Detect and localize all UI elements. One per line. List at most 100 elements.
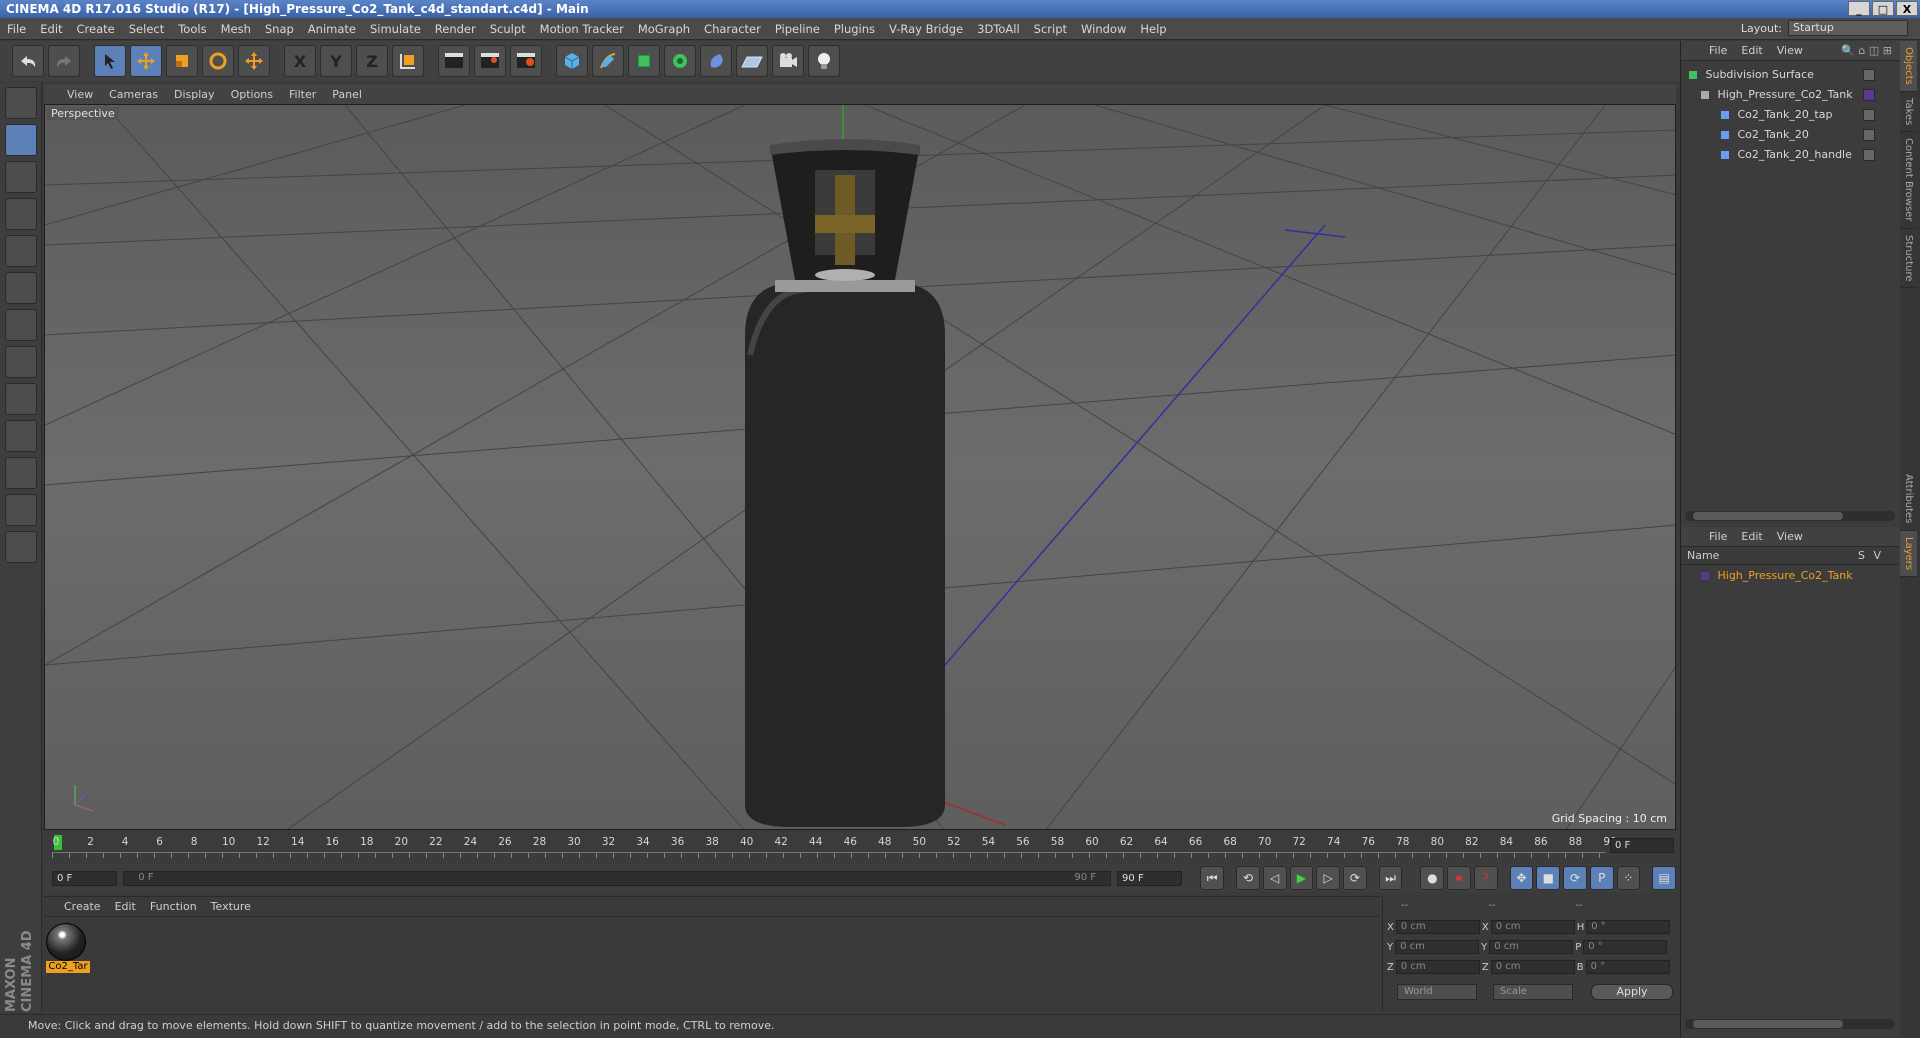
subdivision-surface-icon[interactable] [628, 45, 660, 77]
visibility-toggle[interactable] [1863, 149, 1875, 161]
layout-dropdown[interactable]: Startup [1788, 20, 1908, 36]
rotate-tool-icon[interactable] [202, 45, 234, 77]
layer-color-swatch[interactable] [1863, 89, 1875, 101]
menu-file[interactable]: File [0, 22, 33, 36]
timeline-window-icon[interactable]: ▤ [1652, 866, 1677, 890]
viewport-menu-display[interactable]: Display [167, 88, 222, 101]
autokeying-icon[interactable]: ? [1473, 866, 1498, 890]
material-menu-function[interactable]: Function [150, 900, 197, 913]
scale-tool-icon[interactable] [166, 45, 198, 77]
edges-mode-icon[interactable] [4, 272, 37, 304]
render-picture-viewer-icon[interactable] [474, 45, 506, 77]
menu-edit[interactable]: Edit [33, 22, 69, 36]
transform-tool-icon[interactable] [238, 45, 270, 77]
z-axis-lock-icon[interactable]: Z [356, 45, 388, 77]
menu-create[interactable]: Create [70, 22, 122, 36]
size-y-field[interactable]: 0 cm [1489, 940, 1574, 954]
timeline-ruler[interactable]: 0 2 4 6 8 10 12 14 16 18 20 22 24 26 28 30 32 34 36 38 40 42 4… [44, 832, 1676, 862]
objects-menu-view[interactable]: View [1777, 44, 1803, 57]
key-position-icon[interactable]: ✥ [1509, 866, 1534, 890]
perspective-viewport[interactable]: Perspective Grid Spacing : 10 cm [44, 104, 1676, 830]
snapping-icon[interactable] [4, 457, 37, 489]
tab-takes[interactable]: Takes [1900, 92, 1917, 133]
tab-objects[interactable]: Objects [1900, 41, 1917, 92]
start-frame-field[interactable]: 0 F [52, 870, 118, 886]
cube-object-icon[interactable] [556, 45, 588, 77]
menu-script[interactable]: Script [1027, 22, 1074, 36]
menu-snap[interactable]: Snap [258, 22, 301, 36]
co2-tank-model[interactable] [745, 139, 945, 827]
frame-range-slider[interactable]: 0 F 90 F [123, 870, 1112, 886]
layers-scrollbar[interactable] [1685, 1019, 1895, 1029]
move-tool-icon[interactable] [130, 45, 162, 77]
viewport-menu-panel[interactable]: Panel [325, 88, 369, 101]
go-to-end-icon[interactable]: ⏭ [1378, 866, 1403, 890]
menu-tools[interactable]: Tools [171, 22, 213, 36]
maximize-button[interactable]: □ [1872, 1, 1894, 16]
size-mode-dropdown[interactable]: Scale [1493, 984, 1573, 1000]
apply-button[interactable]: Apply [1591, 984, 1673, 1000]
workplane-lock-icon[interactable] [4, 494, 37, 526]
cloner-icon[interactable] [664, 45, 696, 77]
object-item-co2-tank-20[interactable]: Co2_Tank_20 [1681, 126, 1899, 144]
viewport-menu-filter[interactable]: Filter [282, 88, 323, 101]
texture-mode-icon[interactable] [4, 161, 37, 193]
viewport-menu-options[interactable]: Options [224, 88, 280, 101]
previous-frame-icon[interactable]: ◁ [1262, 866, 1287, 890]
record-keys-off-icon[interactable]: ● [1420, 866, 1445, 890]
layer-item-high-pressure-co2-tank[interactable]: High_Pressure_Co2_Tank [1681, 567, 1899, 585]
size-x-field[interactable]: 0 cm [1490, 920, 1575, 934]
tab-structure[interactable]: Structure [1900, 229, 1917, 289]
end-frame-field[interactable]: 90 F [1117, 870, 1183, 886]
position-y-field[interactable]: 0 cm [1395, 940, 1480, 954]
make-editable-icon[interactable] [4, 87, 37, 119]
key-scale-icon[interactable]: ■ [1536, 866, 1561, 890]
workplane-mode-icon[interactable] [4, 198, 37, 230]
next-frame-icon[interactable]: ▷ [1316, 866, 1340, 890]
menu-pipeline[interactable]: Pipeline [768, 22, 827, 36]
layers-menu-file[interactable]: File [1709, 530, 1727, 543]
render-view-icon[interactable] [438, 45, 470, 77]
points-mode-icon[interactable] [4, 235, 37, 267]
tab-attributes[interactable]: Attributes [1900, 468, 1917, 531]
select-tool-icon[interactable] [94, 45, 126, 77]
viewport-camera-label[interactable]: Perspective [47, 107, 119, 120]
position-z-field[interactable]: 0 cm [1395, 960, 1480, 974]
object-item-subdivision-surface[interactable]: Subdivision Surface [1681, 66, 1899, 84]
current-frame-field[interactable]: 0 F [1610, 838, 1674, 853]
size-z-field[interactable]: 0 cm [1490, 960, 1575, 974]
layers-name-column[interactable]: Name [1687, 549, 1719, 562]
render-settings-icon[interactable] [510, 45, 542, 77]
go-to-start-icon[interactable]: ⏮ [1200, 866, 1225, 890]
planar-workplane-icon[interactable] [4, 531, 37, 563]
tab-content-browser[interactable]: Content Browser [1900, 132, 1917, 229]
viewport-menu-cameras[interactable]: Cameras [102, 88, 165, 101]
solo-mode-icon[interactable] [4, 420, 37, 452]
viewport-menu-view[interactable]: View [60, 88, 100, 101]
visibility-toggle[interactable] [1863, 109, 1875, 121]
visibility-toggle[interactable] [1863, 69, 1875, 81]
rotation-b-field[interactable]: 0 ° [1585, 960, 1670, 974]
menu-sculpt[interactable]: Sculpt [483, 22, 533, 36]
menu-mograph[interactable]: MoGraph [631, 22, 697, 36]
polygons-mode-icon[interactable] [4, 309, 37, 341]
menu-character[interactable]: Character [697, 22, 768, 36]
play-forward-icon[interactable]: ▶ [1289, 866, 1314, 890]
objects-menu-edit[interactable]: Edit [1741, 44, 1762, 57]
menu-vray-bridge[interactable]: V-Ray Bridge [882, 22, 970, 36]
tweak-mode-icon[interactable] [4, 383, 37, 415]
menu-simulate[interactable]: Simulate [363, 22, 428, 36]
key-point-level-icon[interactable]: ⁘ [1616, 866, 1641, 890]
menu-help[interactable]: Help [1133, 22, 1173, 36]
previous-keyframe-icon[interactable]: ⟲ [1236, 866, 1260, 890]
pen-spline-icon[interactable] [592, 45, 624, 77]
menu-select[interactable]: Select [122, 22, 171, 36]
coordinate-mode-dropdown[interactable]: World [1397, 984, 1477, 1000]
undo-icon[interactable] [12, 45, 44, 77]
floor-object-icon[interactable] [736, 45, 768, 77]
object-item-co2-tank-20-handle[interactable]: Co2_Tank_20_handle [1681, 146, 1899, 164]
coordinate-system-icon[interactable] [392, 45, 424, 77]
layers-s-column[interactable]: S [1858, 547, 1865, 565]
camera-object-icon[interactable] [772, 45, 804, 77]
menu-3dtoall[interactable]: 3DToAll [970, 22, 1027, 36]
